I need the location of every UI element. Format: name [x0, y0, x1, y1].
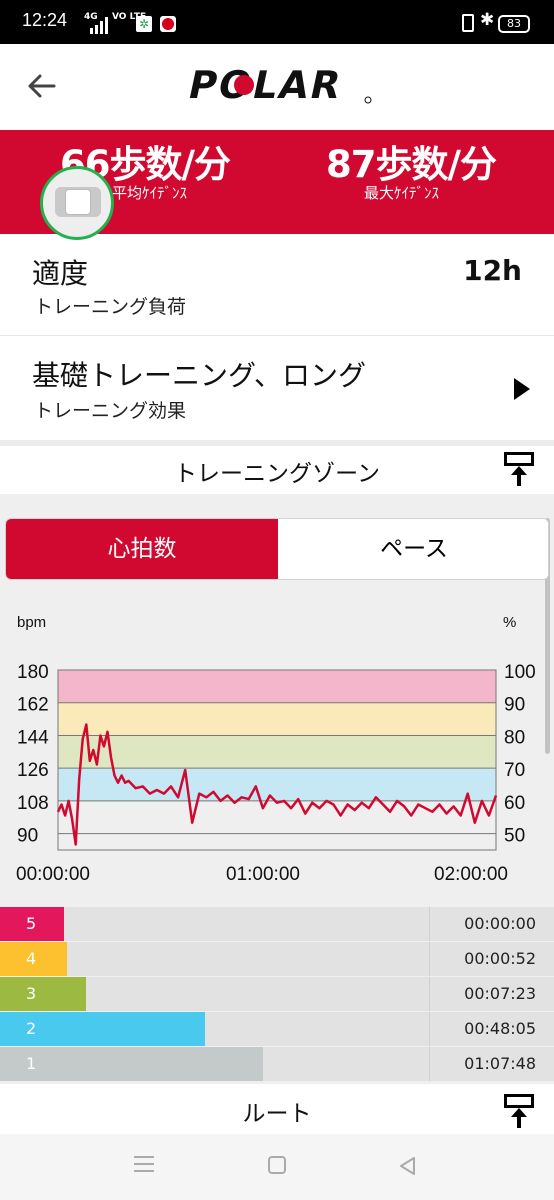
- zone-band-4: [58, 800, 496, 850]
- heart-rate-chart: 180 100 162 90 144 80 126 70 108 60 90 50 bpm % 00:00:…: [16, 614, 536, 885]
- zone-band-3: [58, 768, 496, 801]
- metric-tabs: 心拍数 ペース: [5, 518, 549, 580]
- y-tick-right: 50: [504, 826, 525, 847]
- play-arrow-icon[interactable]: [514, 378, 530, 400]
- tab-heart-rate[interactable]: 心拍数: [6, 519, 278, 579]
- training-load-row: 適度 トレーニング負荷 12h: [0, 234, 554, 336]
- y-tick-right: 80: [504, 727, 525, 748]
- status-bar: 12:24 4G VO LTE ✲ ✱ 83: [0, 0, 554, 44]
- y-axis-unit-right: %: [503, 614, 516, 631]
- training-zones-header[interactable]: トレーニングゾーン: [0, 446, 554, 494]
- zone-number: 2: [26, 1019, 37, 1038]
- route-share-icon[interactable]: [504, 1094, 534, 1128]
- recent-apps-icon[interactable]: [134, 1156, 154, 1172]
- zone-number: 3: [26, 984, 37, 1003]
- zone-divider: [429, 1012, 430, 1046]
- training-load-value: 12h: [463, 254, 522, 287]
- y-tick-left: 126: [17, 760, 49, 781]
- device-avatar[interactable]: [40, 166, 114, 240]
- y-tick-left: 144: [17, 727, 49, 748]
- zone-number: 1: [26, 1054, 37, 1073]
- training-benefit-title: 基礎トレーニング、ロング: [32, 359, 367, 392]
- zone-time: 00:48:05: [464, 1019, 536, 1038]
- zone-row-1: 1 01:07:48: [0, 1047, 554, 1081]
- zone-time: 00:00:00: [464, 914, 536, 933]
- zone-row-4: 4 00:00:52: [0, 942, 554, 976]
- y-tick-left: 90: [17, 826, 38, 847]
- svg-text:POLAR: POLAR: [184, 63, 346, 106]
- bluetooth-icon: ✱: [480, 10, 495, 30]
- max-cadence-value: 87歩数/分: [326, 143, 497, 186]
- share-icon[interactable]: [504, 452, 534, 486]
- route-header[interactable]: ルート: [0, 1084, 554, 1134]
- signal-icon: [88, 16, 110, 34]
- y-tick-left: 162: [17, 695, 49, 716]
- x-tick: 00:00:00: [16, 864, 90, 885]
- zone-row-2: 2 00:48:05: [0, 1012, 554, 1046]
- training-benefit-row[interactable]: 基礎トレーニング、ロング トレーニング効果: [0, 336, 554, 440]
- zone-band-1: [58, 702, 496, 736]
- training-zones-title: トレーニングゾーン: [173, 461, 381, 487]
- zone-row-5: 5 00:00:00: [0, 907, 554, 941]
- y-tick-left: 108: [17, 793, 49, 814]
- zone-divider: [429, 942, 430, 976]
- y-tick-right: 60: [504, 793, 525, 814]
- app-notification-icon: ✲: [136, 16, 152, 32]
- nav-back-icon[interactable]: [398, 1156, 418, 1176]
- x-tick: 02:00:00: [434, 864, 508, 885]
- zone-row-3: 3 00:07:23: [0, 977, 554, 1011]
- y-tick-right: 100: [504, 662, 536, 683]
- polar-notification-icon: [160, 16, 176, 32]
- route-title: ルート: [242, 1101, 312, 1127]
- avg-cadence-label: 平均ｹｲﾃﾞﾝｽ: [112, 184, 188, 202]
- home-icon[interactable]: [268, 1156, 286, 1174]
- zone-time: 00:07:23: [464, 984, 536, 1003]
- training-load-subtitle: トレーニング負荷: [34, 296, 187, 318]
- y-tick-left: 180: [17, 662, 49, 683]
- zone-time: 01:07:48: [464, 1054, 536, 1073]
- x-tick: 01:00:00: [226, 864, 300, 885]
- max-cadence-label: 最大ｹｲﾃﾞﾝｽ: [364, 184, 440, 202]
- y-tick-right: 70: [504, 760, 525, 781]
- system-nav-bar: [0, 1134, 554, 1200]
- back-arrow-icon[interactable]: [22, 68, 62, 104]
- training-benefit-subtitle: トレーニング効果: [34, 400, 187, 422]
- zone-band-2: [58, 735, 496, 769]
- y-axis-unit-left: bpm: [17, 614, 46, 631]
- polar-logo: POLAR: [182, 62, 374, 108]
- vibrate-icon: [458, 12, 474, 32]
- status-time: 12:24: [22, 10, 68, 30]
- zone-time: 00:00:52: [464, 949, 536, 968]
- zone-divider: [429, 1047, 430, 1081]
- training-load-title: 適度: [32, 257, 89, 290]
- y-tick-right: 90: [504, 695, 525, 716]
- zone-divider: [429, 977, 430, 1011]
- zone-band-0: [58, 670, 496, 703]
- battery-icon: 83: [498, 15, 530, 33]
- zone-divider: [429, 907, 430, 941]
- tab-pace[interactable]: ペース: [278, 519, 548, 579]
- app-header: POLAR: [0, 44, 554, 130]
- zone-number: 5: [26, 914, 37, 933]
- zone-number: 4: [26, 949, 37, 968]
